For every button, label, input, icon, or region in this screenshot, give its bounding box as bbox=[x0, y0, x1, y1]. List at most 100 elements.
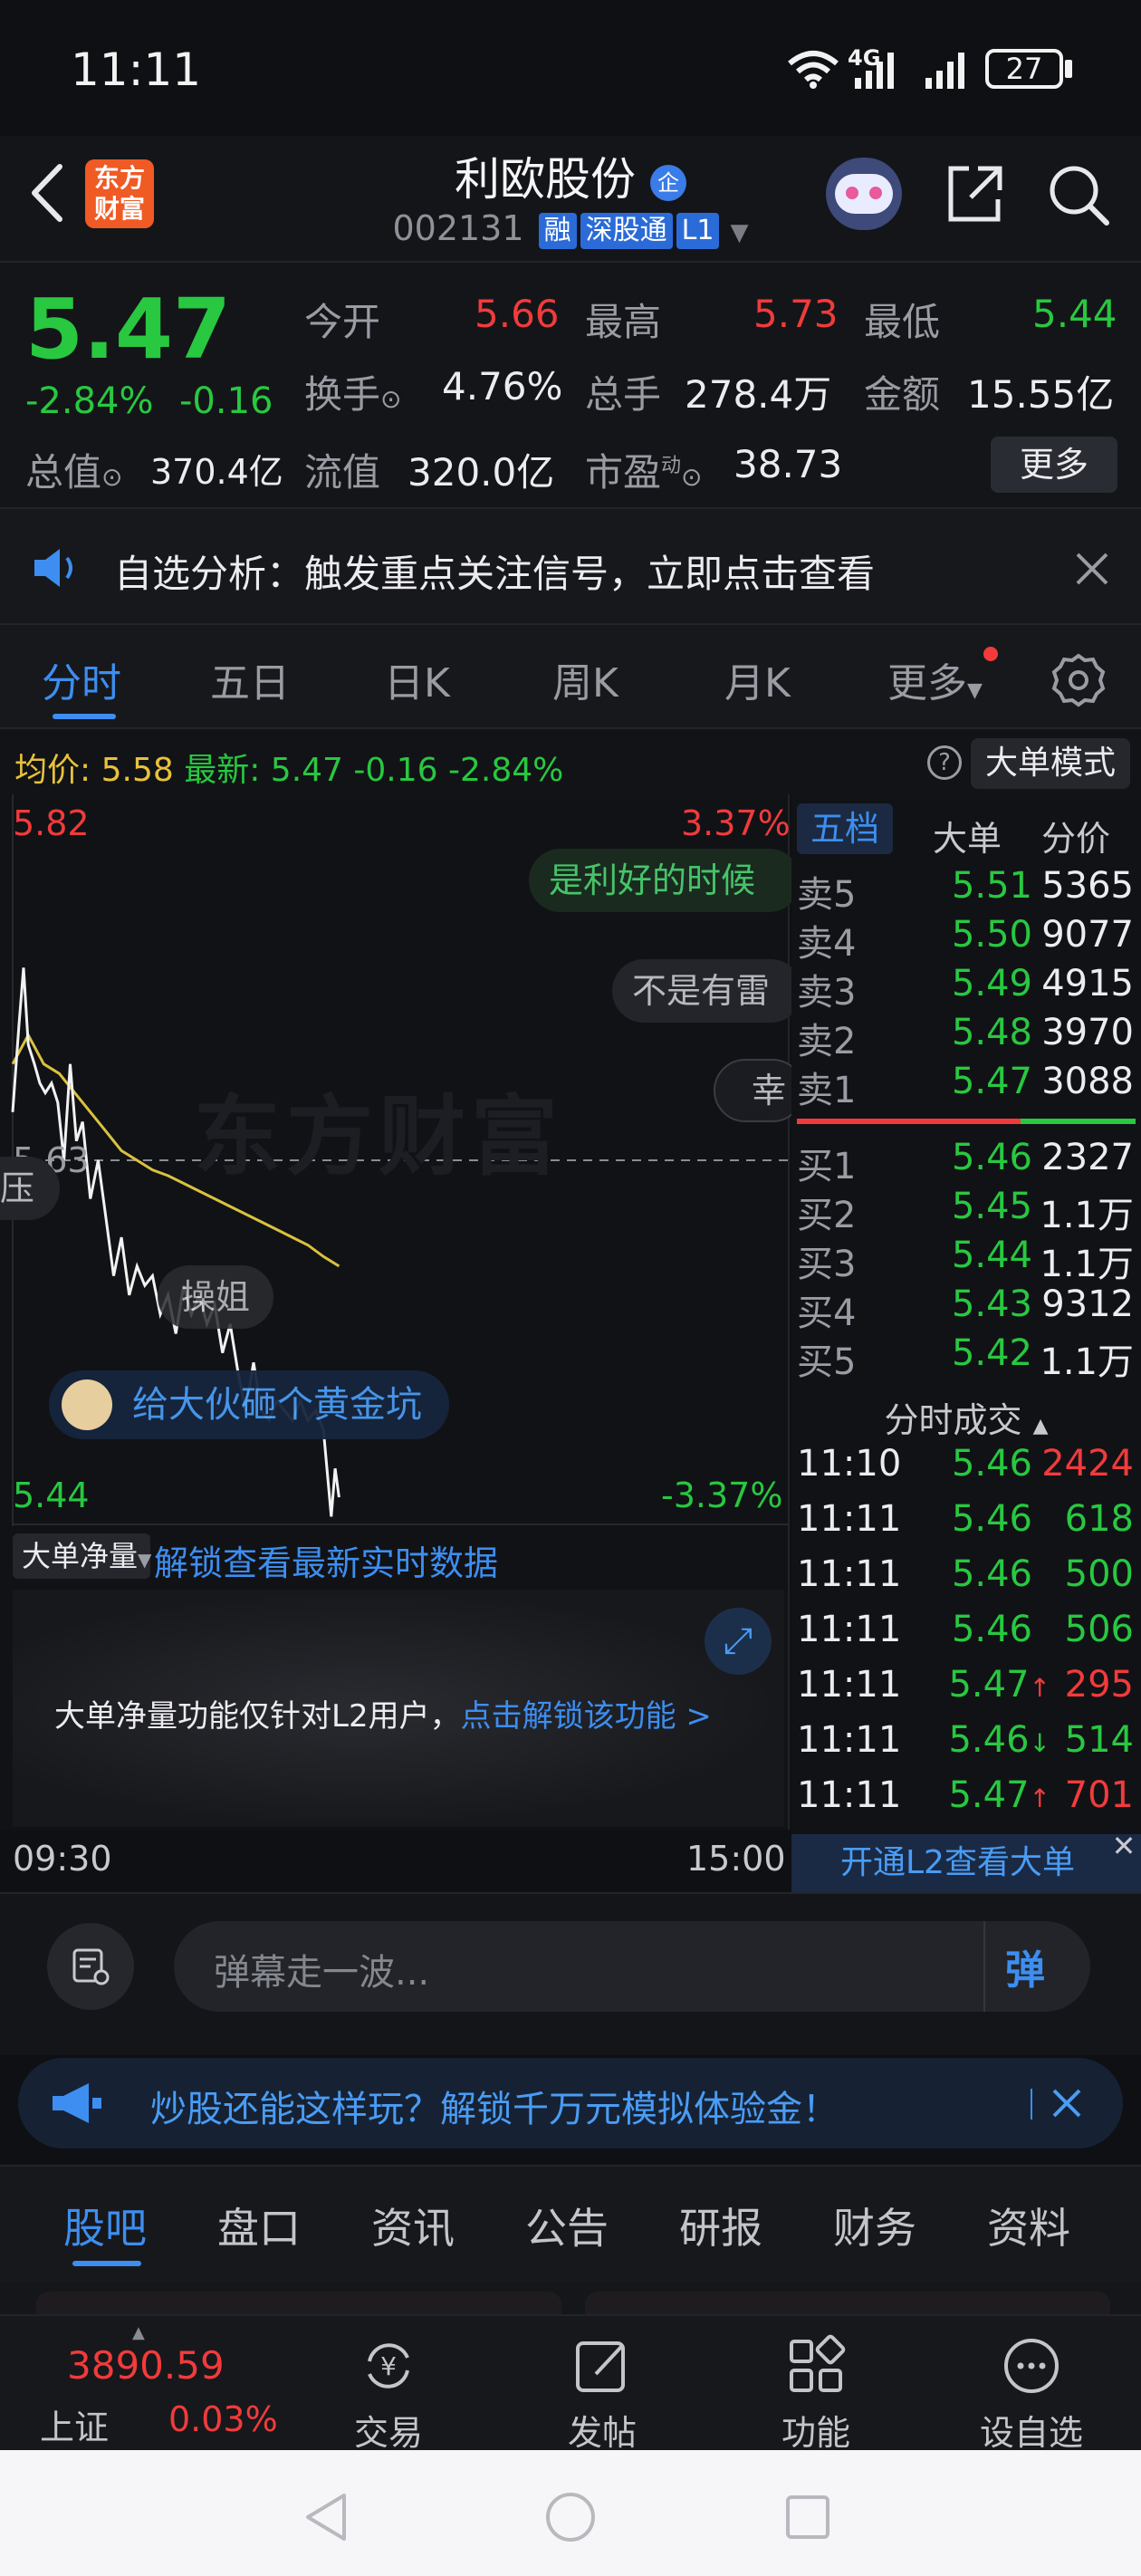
change-percent: -2.84% bbox=[25, 380, 154, 422]
high-label: 最高 bbox=[585, 300, 662, 344]
tick-price: 5.47↑ bbox=[948, 1774, 1050, 1816]
chevron-down-icon[interactable]: ▼ bbox=[731, 219, 749, 246]
ask-row[interactable]: 卖5 5.51 5365 bbox=[791, 865, 1141, 916]
nav-trade[interactable]: ¥ 交易 bbox=[321, 2316, 456, 2453]
more-button[interactable]: 更多 bbox=[991, 437, 1117, 493]
tick-volume: 701 bbox=[1064, 1774, 1134, 1816]
danmu-send-button[interactable]: 弹 bbox=[1005, 1937, 1069, 1995]
tick-time: 11:11 bbox=[797, 1609, 902, 1650]
notice-bar[interactable]: 自选分析：触发重点关注信号，立即点击查看 bbox=[0, 507, 1141, 625]
tick-row: 11:11 5.47↑ 701 bbox=[791, 1774, 1141, 1829]
tab-monthly-k[interactable]: 月K bbox=[724, 650, 791, 708]
tab-profile[interactable]: 资料 bbox=[987, 2196, 1070, 2255]
system-back-icon[interactable] bbox=[302, 2492, 350, 2542]
danmu-bubble[interactable]: 幸 bbox=[714, 1059, 804, 1122]
tab-daily-k[interactable]: 日K bbox=[384, 650, 450, 708]
signal-icon-2 bbox=[925, 53, 964, 89]
settings-gear-icon[interactable] bbox=[1050, 652, 1107, 708]
ob-tab-five[interactable]: 五档 bbox=[797, 803, 893, 854]
bid-label: 买5 bbox=[797, 1341, 857, 1383]
help-icon[interactable]: ? bbox=[927, 745, 962, 780]
nav-functions[interactable]: 功能 bbox=[748, 2316, 884, 2453]
l2-unlock-link[interactable]: 点击解锁该功能 > bbox=[461, 1698, 712, 1735]
change-amount: -0.16 bbox=[179, 380, 273, 422]
tick-price: 5.46 bbox=[951, 1553, 1032, 1595]
danmu-settings-icon[interactable] bbox=[47, 1923, 134, 2010]
tab-announcement[interactable]: 公告 bbox=[525, 2196, 609, 2255]
chevron-down-icon: ▼ bbox=[967, 679, 983, 702]
tab-five-day[interactable]: 五日 bbox=[210, 650, 290, 708]
ob-tab-price[interactable]: 分价 bbox=[1041, 811, 1110, 860]
more-circle-icon bbox=[1004, 2339, 1059, 2393]
tab-weekly-k[interactable]: 周K bbox=[552, 650, 618, 708]
share-icon[interactable] bbox=[942, 161, 1007, 226]
ask-row[interactable]: 卖1 5.47 3088 bbox=[791, 1061, 1141, 1111]
unlock-realtime-link[interactable]: 解锁查看最新实时数据 bbox=[154, 1535, 498, 1585]
float-cap-label: 流值 bbox=[304, 450, 381, 495]
l2-banner[interactable]: 开通L2查看大单 bbox=[791, 1834, 1141, 1892]
low-label: 最低 bbox=[864, 300, 941, 344]
danmu-bubble[interactable]: 不是有雷 bbox=[612, 959, 802, 1023]
tab-more[interactable]: 更多▼ bbox=[887, 650, 983, 708]
bid-volume: 2327 bbox=[1041, 1137, 1134, 1178]
latest-label: 最新: bbox=[184, 752, 261, 789]
nav-add-watchlist[interactable]: 设自选 bbox=[964, 2316, 1099, 2453]
intraday-chart[interactable]: 东方财富 5.82 3.37% 5.63 5.44 -3.37% 是利好的时候 … bbox=[0, 794, 804, 1526]
ask-price: 5.48 bbox=[951, 1012, 1032, 1053]
robot-assistant-icon[interactable] bbox=[826, 158, 902, 230]
promo-text: 炒股还能这样玩？解锁千万元模拟体验金！ bbox=[150, 2089, 839, 2130]
battery-icon: 27 bbox=[985, 49, 1063, 89]
order-book: 五档 大单 分价 卖5 5.51 5365 卖4 5.50 9077 卖3 5.49 4915 卖… bbox=[791, 794, 1141, 1892]
close-icon[interactable] bbox=[1050, 2087, 1083, 2119]
l2-banner-close-icon[interactable]: ✕ bbox=[1108, 1831, 1139, 1863]
system-recents-icon[interactable] bbox=[784, 2494, 831, 2541]
bid-row[interactable]: 买5 5.42 1.1万 bbox=[791, 1332, 1141, 1383]
bid-row[interactable]: 买3 5.44 1.1万 bbox=[791, 1235, 1141, 1285]
danmu-bubble[interactable]: 操姐 bbox=[158, 1265, 274, 1329]
tab-handicap[interactable]: 盘口 bbox=[217, 2196, 301, 2255]
tick-time: 11:11 bbox=[797, 1553, 902, 1595]
tick-title[interactable]: 分时成交 ▲ bbox=[791, 1392, 1141, 1442]
system-nav-bar bbox=[0, 2450, 1141, 2576]
bid-row[interactable]: 买1 5.46 2327 bbox=[791, 1137, 1141, 1187]
nav-post[interactable]: 发帖 bbox=[534, 2316, 670, 2453]
tab-forum[interactable]: 股吧 bbox=[63, 2196, 147, 2255]
danmu-bubble-featured[interactable]: 给大伙砸个黄金坑 bbox=[49, 1370, 449, 1439]
search-icon[interactable] bbox=[1043, 159, 1112, 228]
latest-change: -0.16 bbox=[353, 752, 438, 789]
ask-row[interactable]: 卖4 5.50 9077 bbox=[791, 914, 1141, 965]
tab-active-indicator bbox=[53, 714, 116, 719]
ask-price: 5.47 bbox=[951, 1061, 1032, 1102]
big-order-mode-button[interactable]: 大单模式 bbox=[971, 738, 1130, 789]
ask-volume: 4915 bbox=[1041, 963, 1134, 1004]
expand-icon[interactable]: ⤢ bbox=[705, 1608, 772, 1675]
tick-price: 5.46 bbox=[951, 1443, 1032, 1485]
ask-volume: 5365 bbox=[1041, 865, 1134, 907]
new-dot bbox=[983, 647, 998, 661]
amount-value: 15.55亿 bbox=[967, 372, 1115, 417]
ask-row[interactable]: 卖2 5.48 3970 bbox=[791, 1012, 1141, 1062]
tab-news[interactable]: 资讯 bbox=[371, 2196, 455, 2255]
y-top-pct-label: 3.37% bbox=[681, 803, 791, 843]
bid-row[interactable]: 买2 5.45 1.1万 bbox=[791, 1186, 1141, 1236]
tab-intraday[interactable]: 分时 bbox=[42, 650, 121, 708]
promo-banner[interactable]: 炒股还能这样玩？解锁千万元模拟体验金！ bbox=[18, 2058, 1123, 2148]
ob-tab-big[interactable]: 大单 bbox=[933, 811, 1002, 860]
bid-row[interactable]: 买4 5.43 9312 bbox=[791, 1283, 1141, 1334]
index-ticker[interactable]: ▲ 3890.59 上证 0.03% bbox=[0, 2316, 308, 2452]
avg-value: 5.58 bbox=[101, 752, 174, 789]
ask-volume: 3088 bbox=[1041, 1061, 1134, 1102]
tick-row: 11:11 5.46 500 bbox=[791, 1553, 1141, 1608]
tick-volume: 618 bbox=[1064, 1498, 1134, 1540]
ask-label: 卖5 bbox=[797, 874, 857, 916]
tick-time: 11:11 bbox=[797, 1664, 902, 1706]
turnover-label: 换手⊙ bbox=[304, 372, 402, 417]
close-icon[interactable] bbox=[1074, 551, 1110, 587]
tab-financial[interactable]: 财务 bbox=[833, 2196, 916, 2255]
ask-row[interactable]: 卖3 5.49 4915 bbox=[791, 963, 1141, 1014]
tab-research[interactable]: 研报 bbox=[679, 2196, 762, 2255]
danmu-input[interactable]: 弹幕走一波... 弹 bbox=[174, 1921, 1090, 2012]
big-order-select[interactable]: 大单净量▼ bbox=[13, 1533, 151, 1579]
danmu-bubble[interactable]: 是利好的时候 bbox=[529, 849, 801, 912]
system-home-icon[interactable] bbox=[543, 2490, 598, 2544]
